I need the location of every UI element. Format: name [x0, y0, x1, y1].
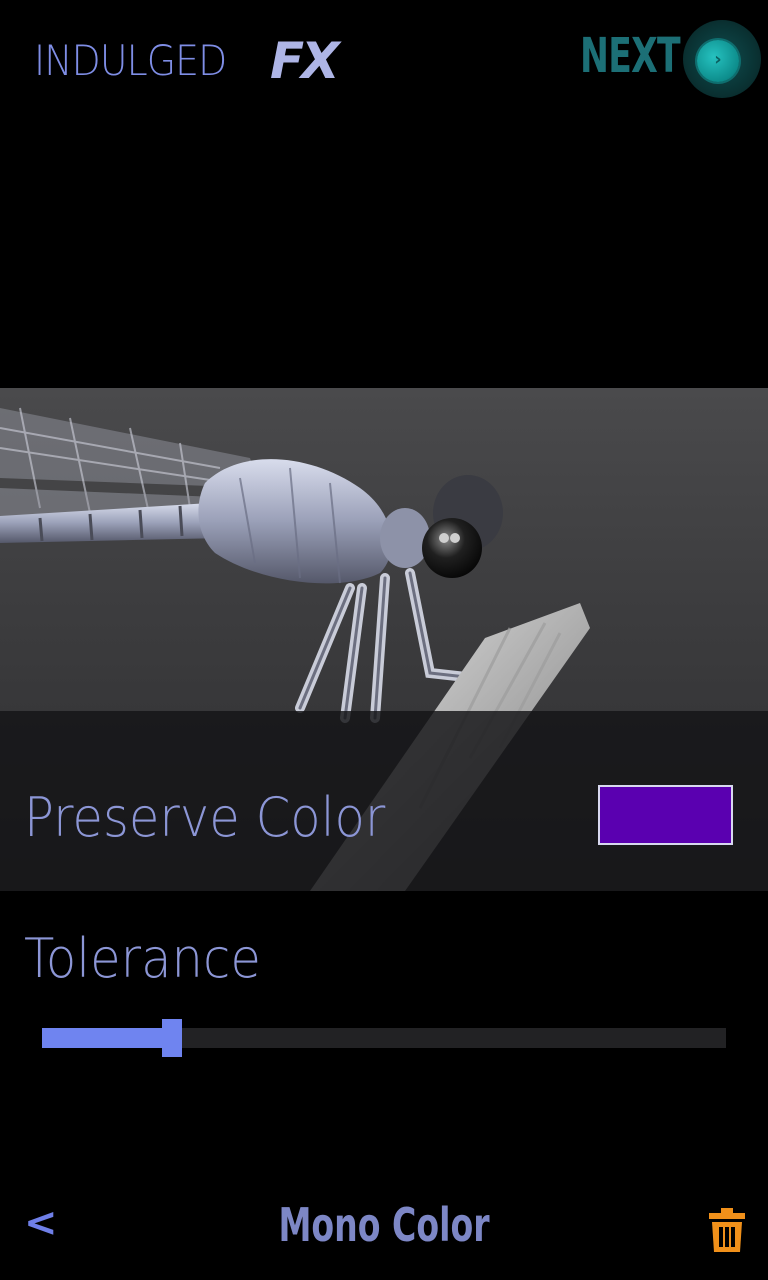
tolerance-label: Tolerance [24, 927, 261, 990]
app-title-fx: FX [270, 32, 340, 90]
page-title: Mono Color [278, 1198, 490, 1252]
app-title: INDULGED [34, 36, 227, 85]
next-button[interactable]: › [683, 20, 761, 98]
back-button[interactable]: < [24, 1200, 58, 1246]
tolerance-slider-fill [42, 1028, 172, 1048]
chevron-right-icon: › [714, 49, 722, 70]
tolerance-slider-thumb[interactable] [162, 1019, 182, 1057]
tolerance-slider[interactable] [42, 1019, 726, 1057]
trash-icon [709, 1208, 745, 1252]
next-button-circle: › [697, 40, 739, 82]
next-button-label[interactable]: NEXT [580, 28, 681, 84]
header-bar: INDULGED FX NEXT › [0, 0, 768, 120]
preserve-color-label: Preserve Color [24, 786, 386, 849]
delete-button[interactable] [708, 1208, 746, 1252]
preserve-color-swatch[interactable] [598, 785, 733, 845]
